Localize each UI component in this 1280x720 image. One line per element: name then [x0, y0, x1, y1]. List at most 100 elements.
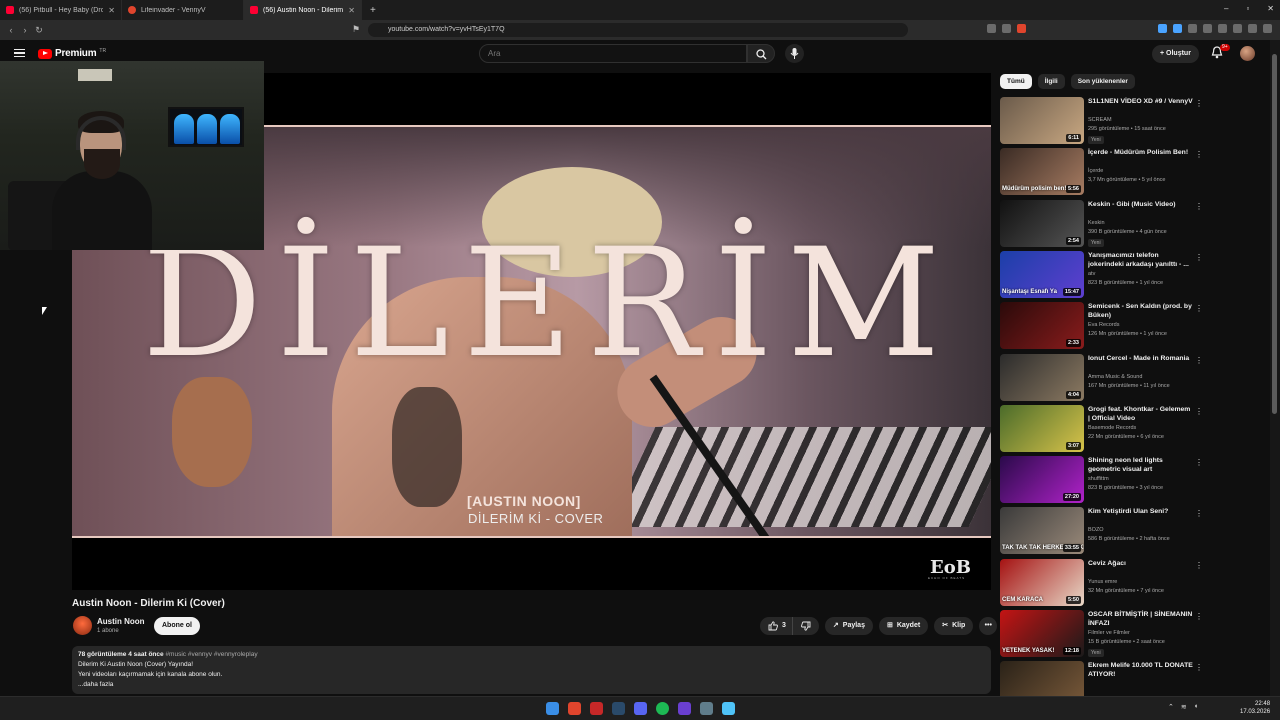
- recommendation-title[interactable]: Ceviz Ağacı: [1088, 559, 1194, 568]
- recommendation-item[interactable]: 2:54 Keskin - Gibi (Music Video) Keskin 390…: [1000, 199, 1270, 250]
- more-vertical-icon[interactable]: ⋮: [1195, 356, 1203, 365]
- recommendation-channel[interactable]: İçerde: [1088, 168, 1103, 174]
- more-vertical-icon[interactable]: ⋮: [1195, 561, 1203, 570]
- music-icon[interactable]: [1233, 24, 1242, 33]
- show-more-link[interactable]: ...daha fazla: [78, 680, 985, 690]
- more-vertical-icon[interactable]: ⋮: [1195, 407, 1203, 416]
- recommendation-thumbnail[interactable]: 6:11: [1000, 97, 1084, 144]
- recommendation-thumbnail[interactable]: 27:20: [1000, 456, 1084, 504]
- description-box[interactable]: 78 görüntüleme 4 saat önce #music #venny…: [72, 646, 991, 694]
- recommendation-thumbnail[interactable]: Nişantaşı Esnafı Ya 15:47: [1000, 250, 1084, 298]
- extension-icon[interactable]: [1173, 24, 1182, 33]
- browser-tab[interactable]: (56) Pitbull - Hey Baby (Drop It To The …: [0, 0, 122, 20]
- recommendation-channel[interactable]: Yunus emre: [1088, 579, 1117, 585]
- spotify-icon[interactable]: [656, 702, 669, 715]
- recommendation-title[interactable]: Yanışmacımızı telefon jokerindeki arkada…: [1088, 251, 1194, 269]
- recommendation-thumbnail[interactable]: 3:07: [1000, 404, 1084, 452]
- wifi-icon[interactable]: ≋: [1181, 703, 1187, 711]
- maximize-icon[interactable]: ▫: [1246, 4, 1249, 13]
- scrollbar-thumb[interactable]: [1272, 54, 1277, 414]
- recommendation-thumbnail[interactable]: Müdürüm polisim ben! 5:56: [1000, 148, 1084, 196]
- recommendation-title[interactable]: Keskin - Gibi (Music Video): [1088, 200, 1194, 209]
- recommendation-item[interactable]: Müdürüm polisim ben! 5:56 İçerde - Müdürüm…: [1000, 148, 1270, 198]
- sidebar-icon[interactable]: [1248, 24, 1257, 33]
- steam-icon[interactable]: [612, 702, 625, 715]
- channel-name[interactable]: Austin Noon: [97, 617, 145, 626]
- create-button[interactable]: + Oluştur: [1152, 45, 1199, 63]
- recommendation-title[interactable]: Kim Yetiştirdi Ulan Seni?: [1088, 507, 1194, 516]
- recommendation-item[interactable]: 3:07 Grogi feat. Khontkar - Gelemem | Off…: [1000, 404, 1270, 455]
- recommendation-title[interactable]: Ionut Cercel - Made in Romania: [1088, 354, 1194, 363]
- screenshot-icon[interactable]: [987, 24, 996, 33]
- menu-icon[interactable]: [1263, 24, 1272, 33]
- recommendation-channel[interactable]: Amma Music & Sound: [1088, 374, 1142, 380]
- hashtags[interactable]: #music #vennyv #vennyroleplay: [165, 651, 257, 658]
- recommendation-title[interactable]: Grogi feat. Khontkar - Gelemem | Officia…: [1088, 405, 1194, 423]
- share-button[interactable]: ↗ Paylaş: [824, 617, 873, 635]
- close-icon[interactable]: ✕: [108, 6, 115, 15]
- back-icon[interactable]: ‹: [4, 25, 18, 35]
- puzzle-icon[interactable]: [1203, 24, 1212, 33]
- browser-tab[interactable]: Lifeinvader - VennyV: [122, 0, 244, 20]
- reload-icon[interactable]: ↻: [32, 25, 46, 36]
- recommendation-channel[interactable]: atv: [1088, 271, 1095, 277]
- recommendation-thumbnail[interactable]: 2:54: [1000, 199, 1084, 247]
- chip-related[interactable]: İlgili: [1037, 74, 1065, 89]
- clock[interactable]: 22:48 17.03.2026: [1240, 700, 1270, 716]
- recommendation-thumbnail[interactable]: CEM KARACA 5:50: [1000, 558, 1084, 606]
- recommendation-thumbnail[interactable]: 4:04: [1000, 353, 1084, 401]
- wallet-icon[interactable]: [1218, 24, 1227, 33]
- new-tab-button[interactable]: +: [362, 5, 384, 16]
- more-vertical-icon[interactable]: ⋮: [1195, 509, 1203, 518]
- brave-browser-icon[interactable]: [568, 702, 581, 715]
- recommendation-item[interactable]: 6:11 S1L1NEN VİDEO XD #9 / VennyV SCREAM 29…: [1000, 97, 1270, 147]
- recommendation-channel[interactable]: Filmler ve Filmler: [1088, 630, 1130, 636]
- brave-shield-icon[interactable]: [1017, 24, 1026, 33]
- more-vertical-icon[interactable]: ⋮: [1195, 150, 1203, 159]
- address-bar[interactable]: youtube.com/watch?v=yvHTsEy1T7Q: [368, 23, 908, 37]
- chip-recent[interactable]: Son yüklenenler: [1070, 74, 1135, 89]
- bookmark-icon[interactable]: ⚑: [352, 24, 360, 35]
- notepad-icon[interactable]: [722, 702, 735, 715]
- search-button[interactable]: [747, 44, 775, 63]
- minimize-icon[interactable]: –: [1224, 4, 1228, 13]
- extension-icon[interactable]: [1188, 24, 1197, 33]
- recommendation-item[interactable]: 2:33 Semicenk - Sen Kaldın (prod. by Büke…: [1000, 302, 1270, 352]
- page-scrollbar[interactable]: [1270, 40, 1280, 696]
- recommendation-title[interactable]: Ekrem Melife 10.000 TL DONATE ATIYOR!: [1088, 661, 1194, 679]
- subscribe-button[interactable]: Abone ol: [154, 617, 200, 635]
- recommendation-thumbnail[interactable]: YETENEK YASAK! 12:18: [1000, 610, 1084, 657]
- recommendation-channel[interactable]: SCREAM: [1088, 117, 1112, 123]
- extension-icon[interactable]: [1158, 24, 1167, 33]
- clip-button[interactable]: ✂ Klip: [934, 617, 974, 635]
- search-input[interactable]: Ara: [479, 44, 747, 63]
- more-vertical-icon[interactable]: ⋮: [1195, 253, 1203, 262]
- recommendation-title[interactable]: Semicenk - Sen Kaldın (prod. by Büken): [1088, 302, 1194, 320]
- recommendation-channel[interactable]: Eva Records: [1088, 322, 1120, 328]
- settings-gear-icon[interactable]: [700, 702, 713, 715]
- close-window-icon[interactable]: ✕: [1267, 4, 1274, 13]
- more-vertical-icon[interactable]: ⋮: [1195, 458, 1203, 467]
- recommendation-channel[interactable]: BOZO: [1088, 527, 1104, 533]
- youtube-logo[interactable]: Premium TR: [38, 48, 106, 59]
- recommendation-title[interactable]: Shining neon led lights geometric visual…: [1088, 456, 1194, 474]
- chevron-up-icon[interactable]: ⌃: [1168, 703, 1174, 711]
- recommendation-item[interactable]: 4:04 Ionut Cercel - Made in Romania Amma M…: [1000, 353, 1270, 404]
- more-vertical-icon[interactable]: ⋮: [1195, 99, 1203, 108]
- browser-tab-active[interactable]: (56) Austin Noon - Dilerim Ki (Cover) ✕: [244, 0, 362, 20]
- recommendation-channel[interactable]: shuffittm: [1088, 476, 1109, 482]
- close-icon[interactable]: ✕: [348, 6, 355, 15]
- save-button[interactable]: ⊞ Kaydet: [878, 617, 929, 635]
- more-actions-button[interactable]: •••: [979, 617, 998, 635]
- share-icon[interactable]: [1002, 24, 1011, 33]
- recommendation-channel[interactable]: Basemode Records: [1088, 425, 1136, 431]
- recommendation-item[interactable]: TAK TAK TAK HERKESE SIKMIŞSIN!33:55 Kim Y…: [1000, 507, 1270, 557]
- recommendation-title[interactable]: S1L1NEN VİDEO XD #9 / VennyV: [1088, 97, 1194, 106]
- dislike-button[interactable]: [791, 617, 819, 635]
- account-avatar[interactable]: [1240, 46, 1255, 61]
- more-vertical-icon[interactable]: ⋮: [1195, 304, 1203, 313]
- recommendation-thumbnail[interactable]: 2:33: [1000, 302, 1084, 350]
- channel-avatar[interactable]: [73, 616, 92, 635]
- recommendation-channel[interactable]: Keskin: [1088, 220, 1105, 226]
- news-app-icon[interactable]: [590, 702, 603, 715]
